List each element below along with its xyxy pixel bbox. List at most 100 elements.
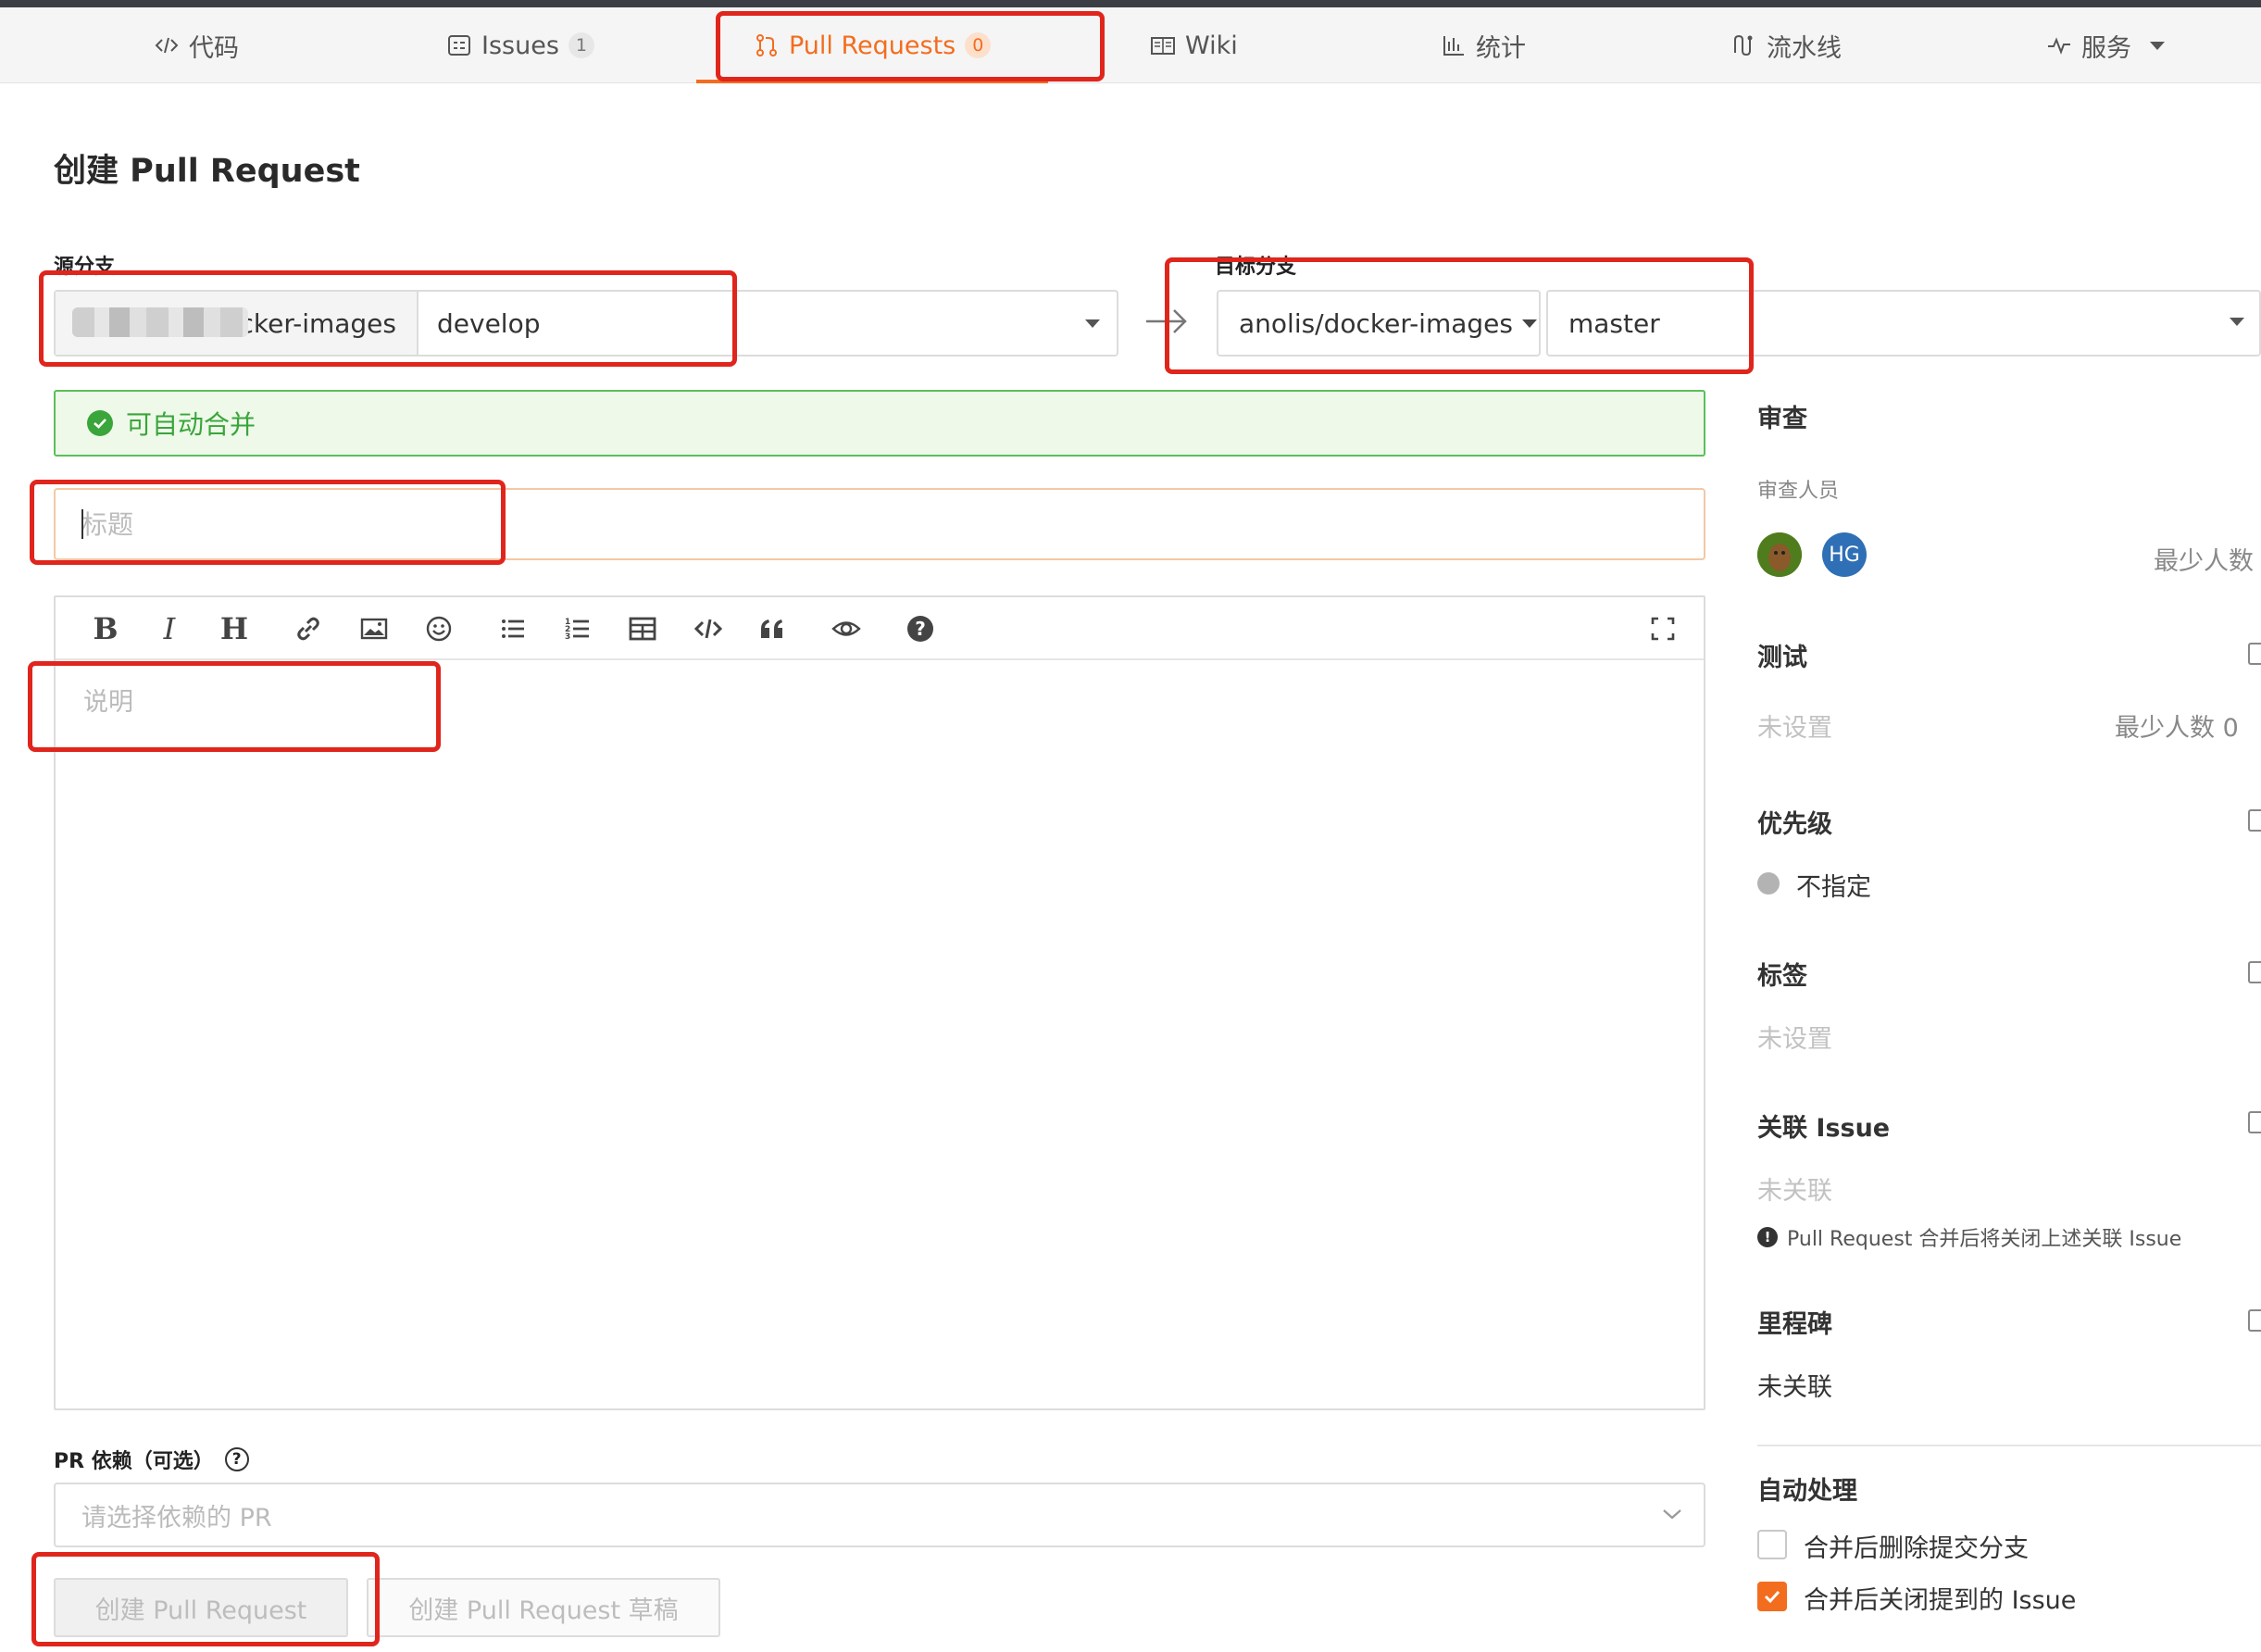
issues-count-badge: 1 bbox=[568, 32, 594, 58]
linked-issues-note-text: Pull Request 合并后将关闭上述关联 Issue bbox=[1787, 1228, 2182, 1251]
pr-dependency-select[interactable]: 请选择依赖的 PR bbox=[54, 1483, 1705, 1547]
avatar[interactable] bbox=[1757, 532, 1802, 577]
italic-button[interactable]: I bbox=[146, 606, 193, 652]
numbered-list-button[interactable]: 123 bbox=[555, 606, 601, 652]
tab-issues-label: Issues bbox=[481, 31, 559, 60]
svg-text:?: ? bbox=[915, 618, 926, 640]
image-icon bbox=[360, 618, 388, 640]
tab-stats[interactable]: 统计 bbox=[1441, 7, 1526, 83]
help-button[interactable]: ? bbox=[897, 606, 943, 652]
bold-button[interactable]: B bbox=[82, 606, 129, 652]
edit-labels-icon[interactable] bbox=[2248, 961, 2261, 983]
close-issue-checkbox[interactable] bbox=[1757, 1582, 1787, 1611]
tab-pipeline-label: 流水线 bbox=[1767, 33, 1842, 63]
tab-services[interactable]: 服务 bbox=[2046, 7, 2165, 83]
smiley-icon bbox=[426, 616, 452, 642]
issues-icon bbox=[448, 35, 470, 56]
avatar[interactable]: HG bbox=[1822, 532, 1867, 577]
edit-milestone-icon[interactable] bbox=[2248, 1309, 2261, 1332]
exclamation-circle-icon: ! bbox=[1757, 1227, 1778, 1247]
reviewers-label: 审查人员 bbox=[1757, 480, 1840, 503]
check-circle-icon bbox=[87, 410, 113, 436]
active-tab-underline bbox=[696, 80, 1048, 83]
question-circle-icon: ? bbox=[907, 616, 933, 642]
tab-issues[interactable]: Issues 1 bbox=[446, 7, 594, 83]
preview-button[interactable] bbox=[823, 606, 869, 652]
table-button[interactable] bbox=[619, 606, 666, 652]
edit-priority-icon[interactable] bbox=[2248, 809, 2261, 832]
link-icon bbox=[297, 617, 319, 641]
text-cursor bbox=[81, 509, 83, 539]
source-branch-label: 源分支 bbox=[54, 256, 116, 279]
fullscreen-icon bbox=[1651, 617, 1675, 641]
link-button[interactable] bbox=[285, 606, 331, 652]
tab-wiki[interactable]: Wiki bbox=[1150, 7, 1238, 83]
test-value: 未设置 bbox=[1757, 714, 1832, 743]
pr-dependency-label-text: PR 依赖（可选） bbox=[54, 1450, 214, 1473]
tab-stats-label: 统计 bbox=[1476, 33, 1526, 63]
milestone-value: 未关联 bbox=[1757, 1373, 1832, 1402]
fullscreen-button[interactable] bbox=[1640, 606, 1686, 652]
min-reviewers-label: 最少人数 bbox=[2154, 547, 2254, 576]
description-editor[interactable] bbox=[54, 595, 1705, 1410]
chart-icon bbox=[1443, 36, 1464, 56]
tab-code[interactable]: 代码 bbox=[154, 7, 239, 83]
quote-button[interactable] bbox=[749, 606, 795, 652]
check-icon bbox=[1764, 1590, 1780, 1604]
dependency-chevron-down-icon bbox=[1663, 1509, 1681, 1520]
image-button[interactable] bbox=[351, 606, 397, 652]
quote-icon bbox=[761, 620, 782, 638]
numbered-list-icon: 123 bbox=[565, 618, 589, 642]
test-heading: 测试 bbox=[1757, 644, 1807, 672]
bullet-list-icon bbox=[502, 620, 524, 638]
tab-pull-requests-label: Pull Requests bbox=[789, 31, 956, 60]
priority-value: 不指定 bbox=[1796, 873, 1871, 902]
delete-branch-checkbox[interactable] bbox=[1757, 1530, 1787, 1559]
help-circle-icon[interactable]: ? bbox=[224, 1447, 249, 1471]
pipeline-icon bbox=[1734, 34, 1753, 56]
code-icon bbox=[155, 37, 179, 54]
emoji-button[interactable] bbox=[416, 606, 462, 652]
pr-title-input[interactable] bbox=[54, 488, 1705, 560]
tab-services-label: 服务 bbox=[2081, 33, 2131, 63]
source-branch-dropdown-icon[interactable] bbox=[1085, 319, 1100, 328]
pulse-icon bbox=[2048, 37, 2070, 55]
linked-issues-note: ! Pull Request 合并后将关闭上述关联 Issue bbox=[1757, 1222, 2181, 1252]
target-branch-dropdown-icon[interactable] bbox=[2230, 318, 2244, 326]
wiki-icon bbox=[1151, 37, 1175, 55]
create-pr-draft-button[interactable]: 创建 Pull Request 草稿 bbox=[367, 1578, 720, 1637]
linked-issues-value: 未关联 bbox=[1757, 1177, 1832, 1206]
heading-button[interactable]: H bbox=[211, 606, 257, 652]
tab-pipeline[interactable]: 流水线 bbox=[1731, 7, 1842, 83]
sidebar-divider bbox=[1757, 1445, 2261, 1446]
target-branch-name: master bbox=[1568, 307, 1660, 339]
create-pr-button[interactable]: 创建 Pull Request bbox=[54, 1578, 348, 1637]
table-icon bbox=[629, 617, 656, 641]
pr-dependency-placeholder: 请选择依赖的 PR bbox=[81, 1503, 272, 1533]
target-repo-select[interactable]: anolis/docker-images bbox=[1217, 290, 1541, 357]
merge-status-banner: 可自动合并 bbox=[54, 390, 1705, 457]
code-block-button[interactable] bbox=[685, 606, 731, 652]
milestone-heading: 里程碑 bbox=[1757, 1310, 1832, 1339]
delete-branch-label[interactable]: 合并后删除提交分支 bbox=[1804, 1528, 2029, 1564]
target-repo-dropdown-icon bbox=[1521, 319, 1537, 328]
linked-issues-heading: 关联 Issue bbox=[1757, 1114, 1891, 1143]
target-repo-name: anolis/docker-images bbox=[1239, 307, 1513, 339]
labels-heading: 标签 bbox=[1757, 962, 1807, 991]
bullet-list-button[interactable] bbox=[490, 606, 536, 652]
pr-dependency-label: PR 依赖（可选） ? bbox=[54, 1445, 249, 1474]
review-heading: 审查 bbox=[1757, 405, 1807, 433]
test-min-count[interactable]: 最少人数 0 bbox=[2115, 707, 2239, 744]
page-title: 创建 Pull Request bbox=[54, 153, 360, 190]
labels-value: 未设置 bbox=[1757, 1025, 1832, 1054]
close-issue-label[interactable]: 合并后关闭提到的 Issue bbox=[1804, 1580, 2076, 1616]
code-block-icon bbox=[693, 619, 723, 639]
tab-code-label: 代码 bbox=[189, 33, 239, 63]
edit-test-icon[interactable] bbox=[2248, 643, 2261, 665]
tab-pull-requests[interactable]: Pull Requests 0 bbox=[754, 7, 992, 83]
source-branch-name: develop bbox=[437, 307, 541, 339]
edit-issues-icon[interactable] bbox=[2248, 1111, 2261, 1133]
target-branch-label: 目标分支 bbox=[1215, 256, 1297, 279]
merge-status-text: 可自动合并 bbox=[126, 409, 256, 440]
pull-requests-count-badge: 0 bbox=[965, 32, 992, 58]
